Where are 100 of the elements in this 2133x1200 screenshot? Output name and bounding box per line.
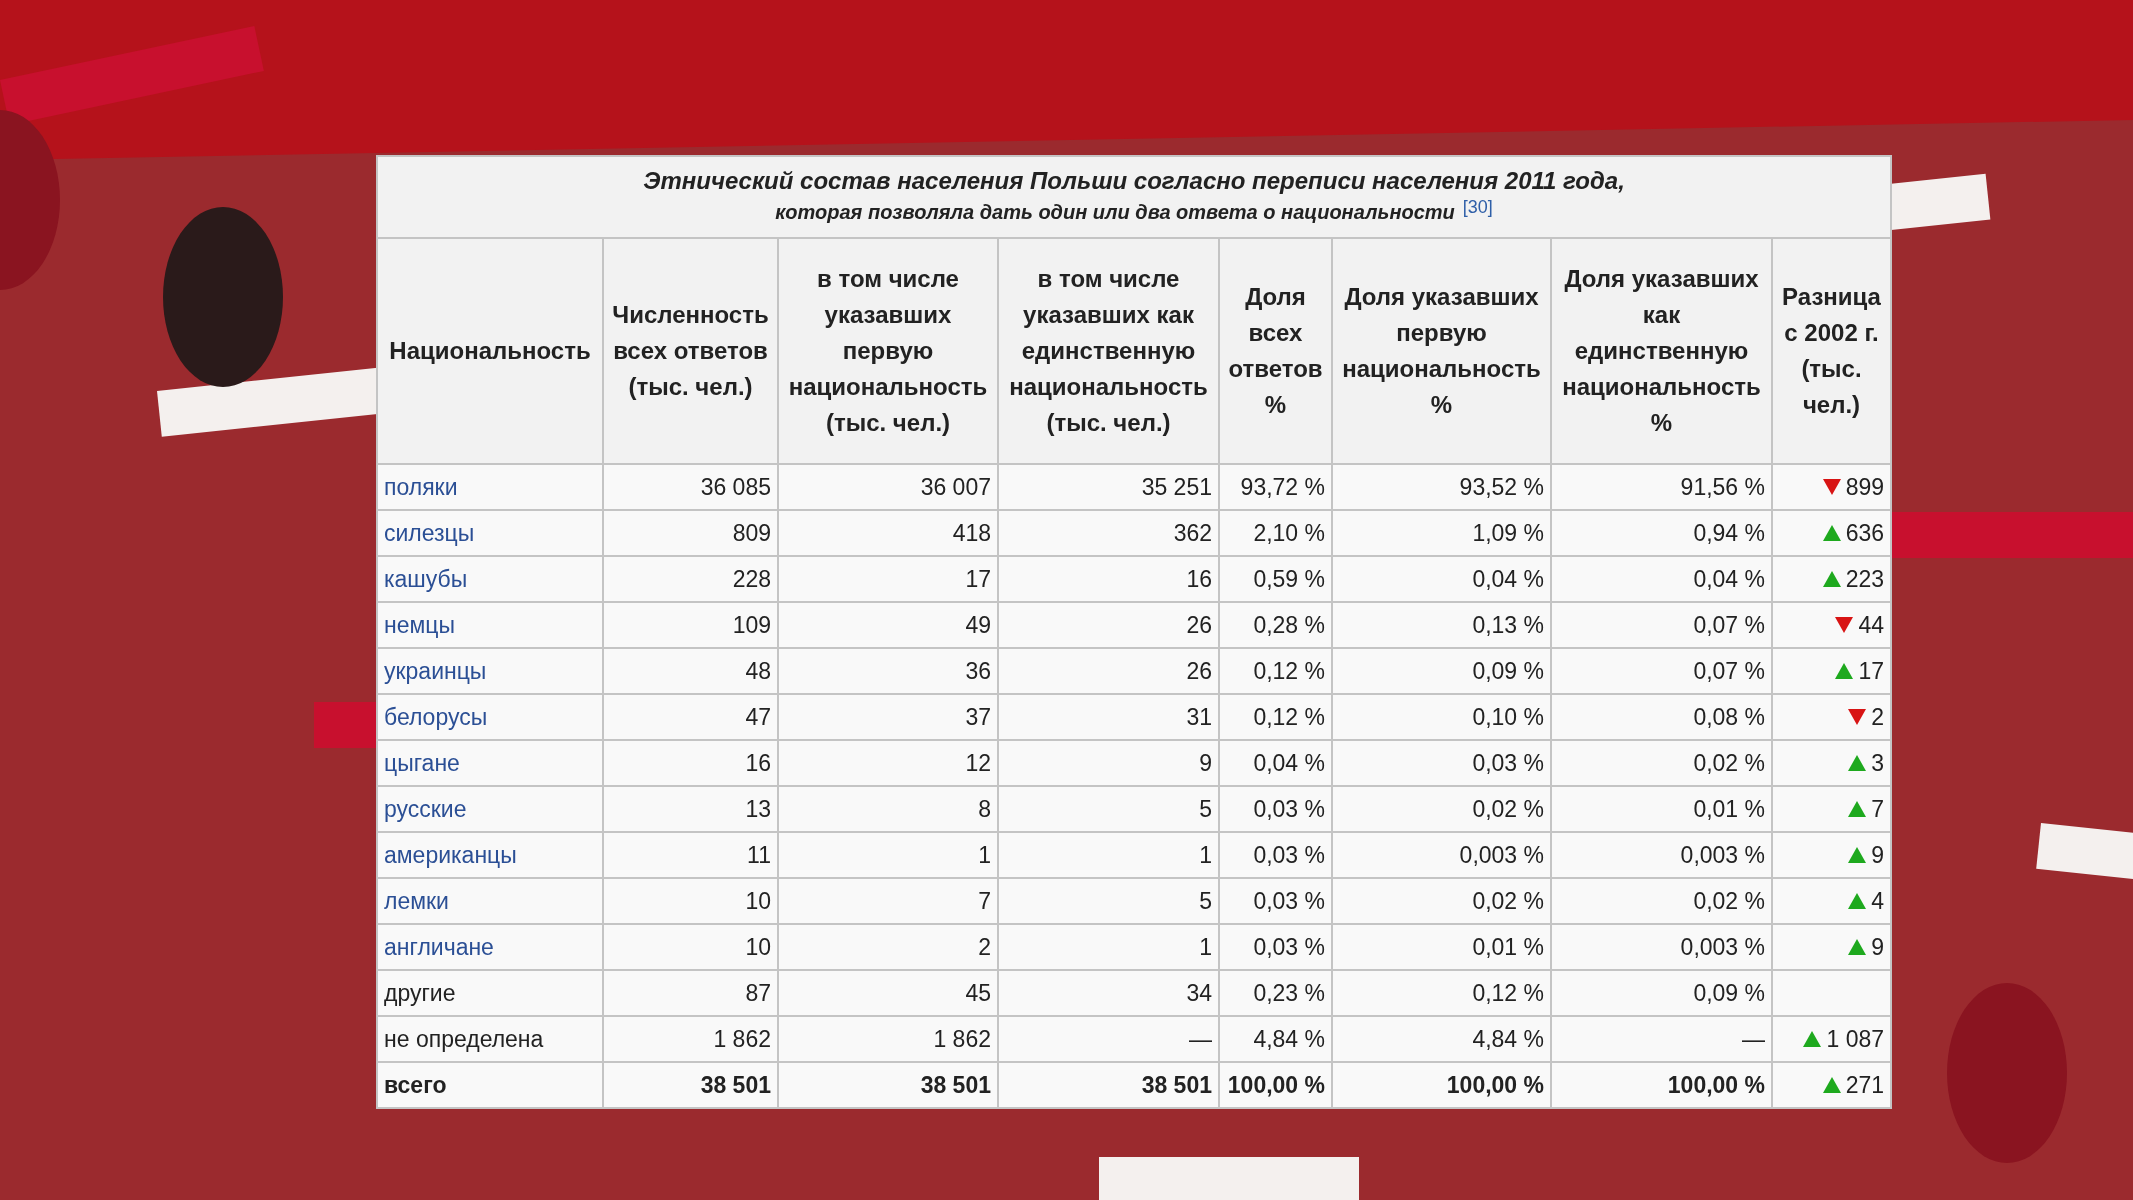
table-cell: 0,94 % — [1551, 510, 1772, 557]
table-cell: 0,07 % — [1551, 602, 1772, 649]
table-cell: 0,28 % — [1219, 602, 1332, 649]
table-cell: 2,10 % — [1219, 510, 1332, 557]
change-value: 223 — [1845, 565, 1884, 592]
table-cell: 5 — [998, 878, 1219, 925]
change-value: 9 — [1871, 841, 1884, 868]
table-cell: 16 — [603, 740, 778, 787]
table-cell: 47 — [603, 694, 778, 741]
nationality-cell: другие — [377, 970, 603, 1017]
change-value: 2 — [1871, 703, 1884, 730]
change-value: 899 — [1845, 473, 1884, 500]
table-cell: 17 — [778, 556, 998, 603]
table-cell: 0,09 % — [1551, 970, 1772, 1017]
column-header: в том числе указавших как единственную национальность (тыс. чел.) — [998, 238, 1219, 465]
table-cell: 38 501 — [778, 1062, 998, 1109]
table-cell: 0,12 % — [1219, 694, 1332, 741]
change-value: 636 — [1845, 519, 1884, 546]
table-cell: 8 — [778, 786, 998, 833]
reference-link[interactable]: [30] — [1462, 197, 1493, 217]
table-cell: 38 501 — [603, 1062, 778, 1109]
table-cell: 0,01 % — [1551, 786, 1772, 833]
table-title: Этнический состав населения Польши согласно переписи населения 2011 года, — [642, 166, 1626, 196]
table-cell: 26 — [998, 602, 1219, 649]
nationality-link[interactable]: украинцы — [377, 648, 603, 695]
table-cell: 100,00 % — [1551, 1062, 1772, 1109]
change-value: 271 — [1845, 1071, 1884, 1098]
table-cell: 5 — [998, 786, 1219, 833]
table-cell: 93,72 % — [1219, 464, 1332, 511]
change-value: 1 087 — [1826, 1025, 1884, 1052]
nationality-link[interactable]: поляки — [377, 464, 603, 511]
table-cell: 0,03 % — [1219, 924, 1332, 971]
table-cell: 48 — [603, 648, 778, 695]
column-header: Численность всех ответов (тыс. чел.) — [603, 238, 778, 465]
table-cell: 93,52 % — [1332, 464, 1551, 511]
table-cell: 0,12 % — [1219, 648, 1332, 695]
table-cell: 0,003 % — [1332, 832, 1551, 879]
table-cell: 0,23 % — [1219, 970, 1332, 1017]
nationality-link[interactable]: англичане — [377, 924, 603, 971]
table-cell: 0,03 % — [1219, 878, 1332, 925]
table-cell: 418 — [778, 510, 998, 557]
nationality-link[interactable]: силезцы — [377, 510, 603, 557]
change-value: 7 — [1871, 795, 1884, 822]
table-cell: 13 — [603, 786, 778, 833]
table-cell: 228 — [603, 556, 778, 603]
table-cell: 4,84 % — [1219, 1016, 1332, 1063]
table-cell: 10 — [603, 878, 778, 925]
nationality-link[interactable]: лемки — [377, 878, 603, 925]
nationality-link[interactable]: немцы — [377, 602, 603, 649]
table-cell: 1 — [998, 832, 1219, 879]
column-header: в том числе указавших первую национальность (тыс. чел.) — [778, 238, 998, 465]
table-cell: 0,01 % — [1332, 924, 1551, 971]
change-value: 9 — [1871, 933, 1884, 960]
table-cell: 10 — [603, 924, 778, 971]
table-cell: 36 007 — [778, 464, 998, 511]
table-cell: 1,09 % — [1332, 510, 1551, 557]
table-cell: 0,003 % — [1551, 832, 1772, 879]
change-value: 17 — [1858, 657, 1884, 684]
table-cell: 0,09 % — [1332, 648, 1551, 695]
column-header: Национальность — [377, 238, 603, 465]
table-cell: 809 — [603, 510, 778, 557]
table-cell: 0,08 % — [1551, 694, 1772, 741]
table-cell: 49 — [778, 602, 998, 649]
table-cell: 0,03 % — [1219, 786, 1332, 833]
change-value: 3 — [1871, 749, 1884, 776]
table-cell: 0,02 % — [1551, 878, 1772, 925]
table-cell: 4,84 % — [1332, 1016, 1551, 1063]
table-cell: 1 862 — [603, 1016, 778, 1063]
table-cell: 0,003 % — [1551, 924, 1772, 971]
nationality-link[interactable]: белорусы — [377, 694, 603, 741]
table-cell: 1 — [778, 832, 998, 879]
table-cell: 36 — [778, 648, 998, 695]
table-cell: 100,00 % — [1332, 1062, 1551, 1109]
table-cell: 0,12 % — [1332, 970, 1551, 1017]
table-cell: 2 — [778, 924, 998, 971]
change-value: 44 — [1858, 611, 1884, 638]
table-cell: 31 — [998, 694, 1219, 741]
table-cell: 34 — [998, 970, 1219, 1017]
table-cell: 362 — [998, 510, 1219, 557]
table-cell: 36 085 — [603, 464, 778, 511]
table-cell: 0,59 % — [1219, 556, 1332, 603]
nationality-link[interactable]: американцы — [377, 832, 603, 879]
table-cell: 0,04 % — [1332, 556, 1551, 603]
table-cell: 91,56 % — [1551, 464, 1772, 511]
table-cell: 0,07 % — [1551, 648, 1772, 695]
nationality-link[interactable]: цыгане — [377, 740, 603, 787]
table-cell: — — [1551, 1016, 1772, 1063]
table-cell: 0,04 % — [1551, 556, 1772, 603]
table-cell: 87 — [603, 970, 778, 1017]
table-cell: 0,03 % — [1219, 832, 1332, 879]
table-cell: 1 862 — [778, 1016, 998, 1063]
nationality-link[interactable]: кашубы — [377, 556, 603, 603]
table-cell: 11 — [603, 832, 778, 879]
table-cell: 37 — [778, 694, 998, 741]
table-cell: 1 — [998, 924, 1219, 971]
nationality-link[interactable]: русские — [377, 786, 603, 833]
nationality-cell: не определена — [377, 1016, 603, 1063]
table-cell: 9 — [998, 740, 1219, 787]
table-cell: 0,02 % — [1551, 740, 1772, 787]
table-cell: — — [998, 1016, 1219, 1063]
